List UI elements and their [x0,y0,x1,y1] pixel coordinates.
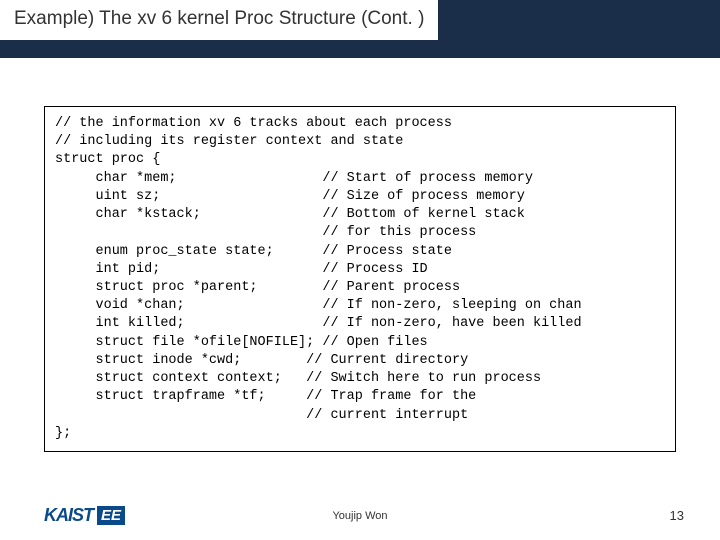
code-block: // the information xv 6 tracks about eac… [44,106,676,452]
slide-title-bar: Example) The xv 6 kernel Proc Structure … [0,0,720,58]
page-number: 13 [670,508,684,523]
slide-title: Example) The xv 6 kernel Proc Structure … [0,0,438,40]
logo-ee-text: EE [97,506,125,525]
author-name: Youjip Won [332,510,387,522]
slide-footer: KAIST EE Youjip Won 13 [0,505,720,526]
logo-kaist-text: KAIST [44,505,93,526]
kaist-ee-logo: KAIST EE [44,505,125,526]
